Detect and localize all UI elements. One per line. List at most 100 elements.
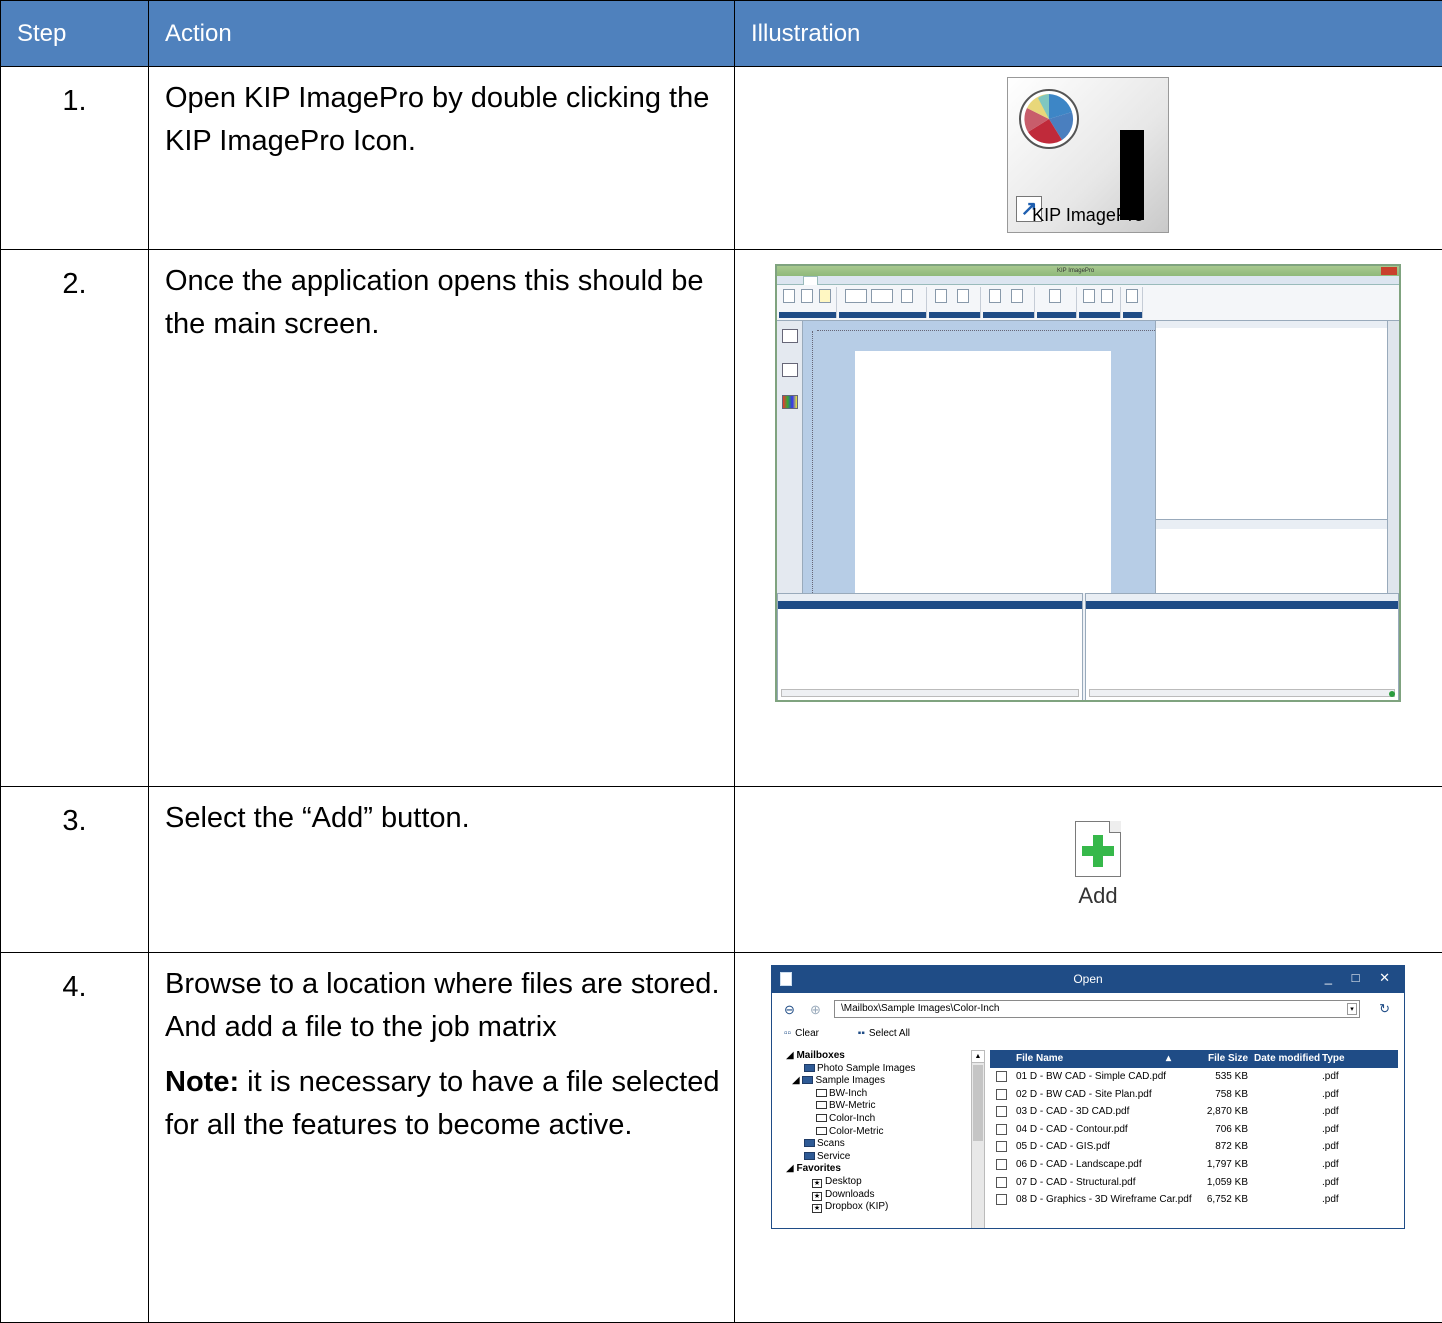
close-icon[interactable]	[1381, 267, 1397, 275]
file-checkbox[interactable]	[996, 1159, 1007, 1170]
horizontal-scrollbar[interactable]	[1089, 689, 1395, 697]
tab[interactable]	[824, 277, 836, 285]
select-all-button[interactable]: ▪▪Select All	[858, 1028, 928, 1039]
clear-icon: ▫▫	[784, 1028, 791, 1039]
ribbon-button[interactable]	[1126, 289, 1138, 303]
file-checkbox[interactable]	[996, 1071, 1007, 1082]
file-row[interactable]: 06 D - CAD - Landscape.pdf1,797 KB.pdf	[990, 1156, 1398, 1174]
file-row[interactable]: 01 D - BW CAD - Simple CAD.pdf535 KB.pdf	[990, 1068, 1398, 1086]
file-row[interactable]: 08 D - Graphics - 3D Wireframe Car.pdf6,…	[990, 1191, 1398, 1209]
tree-label: Scans	[817, 1138, 845, 1149]
ribbon-button[interactable]	[1083, 289, 1095, 303]
ribbon-button[interactable]	[1101, 289, 1113, 303]
copy-mode-icon[interactable]	[782, 395, 798, 409]
mode-sidebar	[777, 321, 803, 593]
tree-item[interactable]: Color-Inch	[786, 1113, 968, 1126]
print-mode-icon[interactable]	[782, 329, 798, 343]
path-input[interactable]: \Mailbox\Sample Images\Color-Inch ▾	[834, 1000, 1360, 1018]
file-checkbox[interactable]	[996, 1124, 1007, 1135]
file-type: .pdf	[1322, 1177, 1339, 1188]
thumbnail-panel	[1155, 321, 1387, 593]
refresh-icon[interactable]: ↻	[1379, 1001, 1390, 1017]
tab[interactable]	[862, 277, 874, 285]
horizontal-scrollbar[interactable]	[781, 689, 1079, 697]
file-checkbox[interactable]	[996, 1194, 1007, 1205]
scroll-thumb[interactable]	[973, 1065, 983, 1141]
folder-tree: ◢ Mailboxes Photo Sample Images ◢ Sample…	[786, 1050, 968, 1229]
column-header-bar	[1086, 601, 1398, 609]
file-size: 872 KB	[1202, 1141, 1248, 1152]
tree-label: BW-Metric	[829, 1100, 875, 1111]
file-row[interactable]: 07 D - CAD - Structural.pdf1,059 KB.pdf	[990, 1174, 1398, 1192]
file-type: .pdf	[1322, 1124, 1339, 1135]
column-file-size[interactable]: File Size	[1202, 1053, 1248, 1064]
job-canvas	[803, 321, 1155, 593]
note-label: Note:	[165, 1066, 239, 1098]
ribbon-button[interactable]	[1011, 289, 1023, 303]
tree-item[interactable]: Scans	[786, 1138, 968, 1151]
tree-item[interactable]: ◢ Favorites	[786, 1163, 968, 1176]
tree-item[interactable]: Color-Metric	[786, 1126, 968, 1139]
ribbon-button[interactable]	[989, 289, 1001, 303]
add-button[interactable]	[1071, 821, 1125, 881]
file-row[interactable]: 04 D - CAD - Contour.pdf706 KB.pdf	[990, 1121, 1398, 1139]
file-checkbox[interactable]	[996, 1106, 1007, 1117]
page-fold	[1109, 821, 1121, 833]
tree-item[interactable]: ★Dropbox (KIP)	[786, 1201, 968, 1214]
ribbon-group	[1123, 287, 1143, 318]
file-name: 04 D - CAD - Contour.pdf	[1016, 1124, 1128, 1135]
path-text: \Mailbox\Sample Images\Color-Inch	[841, 1003, 999, 1014]
panel-header	[1156, 321, 1387, 328]
clear-label: Clear	[795, 1028, 819, 1039]
back-icon[interactable]: ⊖	[784, 1002, 795, 1018]
file-list-header: File Name ▴ File Size Date modified Type	[990, 1050, 1398, 1068]
tree-item[interactable]: ◢ Sample Images	[786, 1075, 968, 1088]
scroll-up-icon[interactable]: ▲	[972, 1051, 984, 1063]
column-type[interactable]: Type	[1322, 1053, 1345, 1064]
ribbon-button[interactable]	[871, 289, 893, 303]
tab[interactable]	[842, 277, 856, 285]
ribbon-button[interactable]	[1049, 289, 1061, 303]
tree-item[interactable]: ★Desktop	[786, 1176, 968, 1189]
ribbon-button[interactable]	[819, 289, 831, 303]
ribbon-button[interactable]	[801, 289, 813, 303]
file-size: 2,870 KB	[1202, 1106, 1248, 1117]
chevron-down-icon[interactable]: ▾	[1347, 1003, 1357, 1015]
file-name: 03 D - CAD - 3D CAD.pdf	[1016, 1106, 1129, 1117]
table-row: 1. Open KIP ImagePro by double clicking …	[1, 67, 1442, 250]
ribbon-button[interactable]	[845, 289, 867, 303]
ribbon-button[interactable]	[935, 289, 947, 303]
kip-imagepro-icon[interactable]: ↗ KIP ImagePro	[1007, 77, 1169, 233]
file-checkbox[interactable]	[996, 1141, 1007, 1152]
file-checkbox[interactable]	[996, 1089, 1007, 1100]
ribbon-group	[839, 287, 927, 318]
file-checkbox[interactable]	[996, 1177, 1007, 1188]
tree-item[interactable]: Service	[786, 1151, 968, 1164]
tree-item[interactable]: BW-Inch	[786, 1088, 968, 1101]
action-text: Open KIP ImagePro by double clicking the…	[165, 77, 720, 163]
tree-item[interactable]: Photo Sample Images	[786, 1063, 968, 1076]
tree-item[interactable]: ★Downloads	[786, 1189, 968, 1202]
column-file-name[interactable]: File Name	[1016, 1053, 1063, 1064]
file-row[interactable]: 03 D - CAD - 3D CAD.pdf2,870 KB.pdf	[990, 1103, 1398, 1121]
ribbon-group	[1079, 287, 1121, 318]
window-controls[interactable]: _ □ ✕	[1325, 970, 1398, 986]
group-label-bar	[839, 312, 926, 318]
column-date-modified[interactable]: Date modified	[1254, 1053, 1320, 1064]
tree-scrollbar[interactable]: ▲	[971, 1050, 985, 1229]
tab[interactable]	[783, 277, 797, 285]
ribbon-button[interactable]	[783, 289, 795, 303]
tree-label: Sample Images	[815, 1075, 884, 1086]
clear-button[interactable]: ▫▫ Clear	[784, 1028, 837, 1039]
forward-icon[interactable]: ⊕	[810, 1002, 821, 1018]
file-row[interactable]: 05 D - CAD - GIS.pdf872 KB.pdf	[990, 1138, 1398, 1156]
ribbon-button[interactable]	[957, 289, 969, 303]
action-text: Select the “Add” button.	[165, 797, 720, 840]
table-header-row: Step Action Illustration	[1, 1, 1442, 67]
tree-item[interactable]: ◢ Mailboxes	[786, 1050, 968, 1063]
tree-item[interactable]: BW-Metric	[786, 1100, 968, 1113]
file-type: .pdf	[1322, 1159, 1339, 1170]
scan-mode-icon[interactable]	[782, 363, 798, 377]
ribbon-button[interactable]	[901, 289, 913, 303]
file-row[interactable]: 02 D - BW CAD - Site Plan.pdf758 KB.pdf	[990, 1086, 1398, 1104]
